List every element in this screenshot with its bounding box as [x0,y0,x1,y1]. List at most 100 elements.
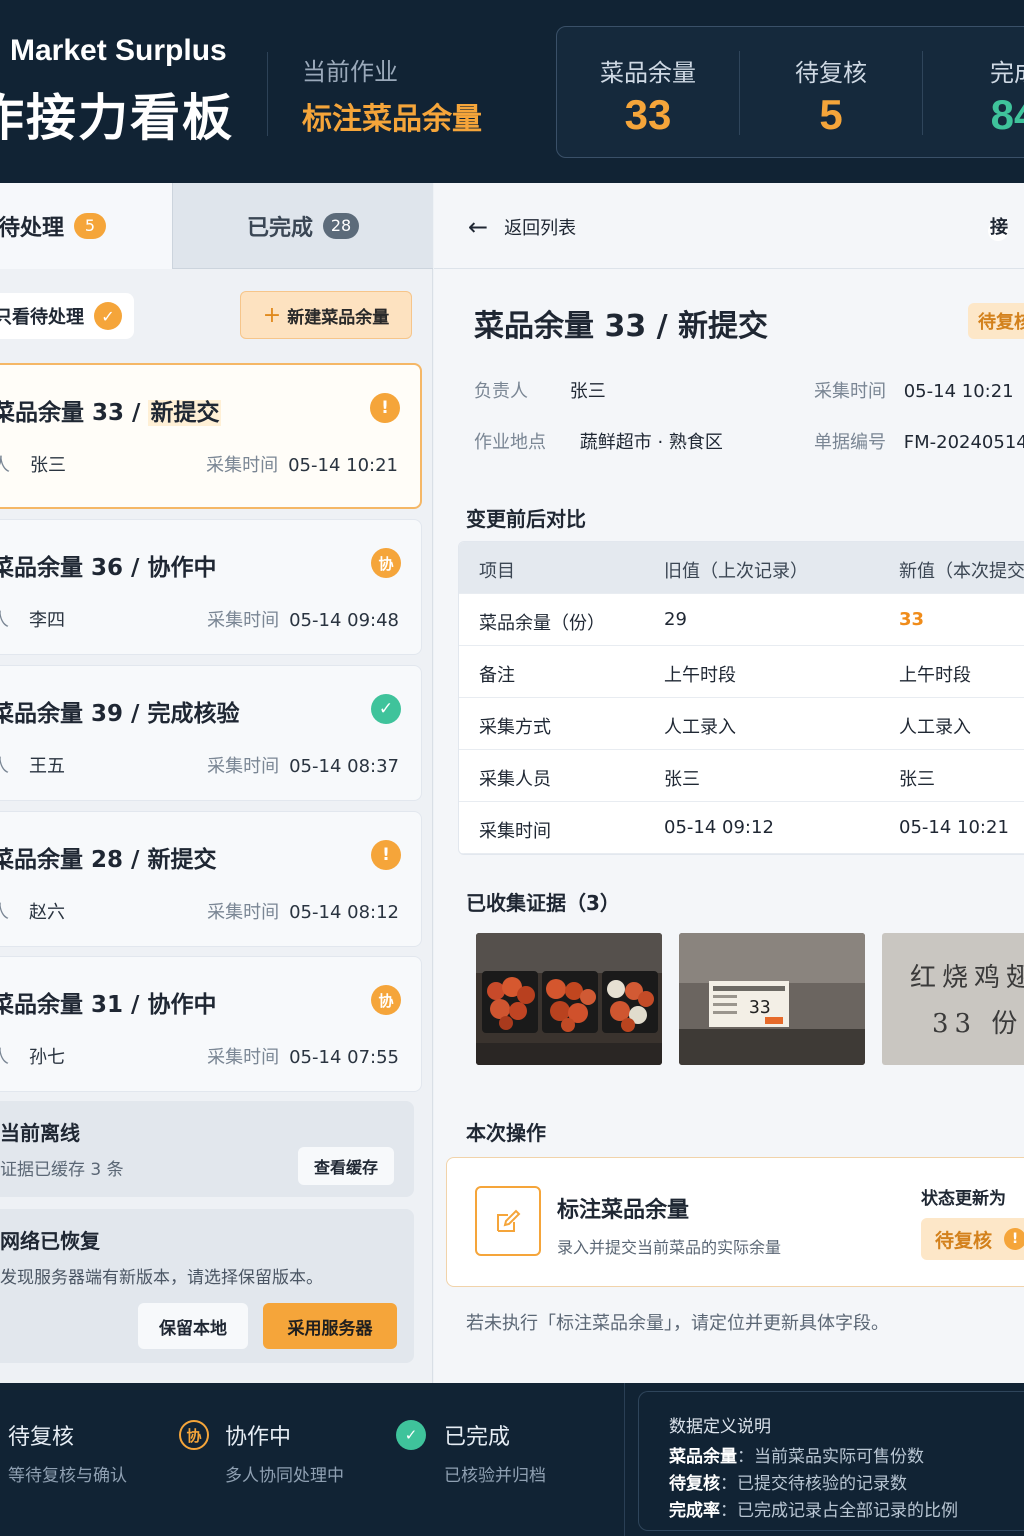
label-tag-value: 33 [749,997,771,1018]
edit-icon [475,1186,541,1256]
task-card-time: 采集时间 05-14 08:37 [207,756,399,777]
table-cell: 张三 [899,769,935,790]
task-card[interactable]: 菜品余量 39 / 完成核验人王五 采集时间05-14 08:37 ✓ [0,665,422,801]
meta-value: 蔬鲜超市 · 熟食区 [579,432,723,453]
meta-value: 张三 [569,381,606,402]
compare-section-title: 变更前后对比 [466,507,586,531]
table-cell: 备注 [479,665,515,686]
alert-icon: ! [370,393,400,423]
legend-desc: 等待复核与确认 [8,1466,127,1486]
table-cell: 上午时段 [899,665,971,686]
table-cell: 采集人员 [479,769,551,790]
evidence-section-title: 已收集证据（3） [466,891,620,915]
back-to-list-button[interactable]: ← 返回列表 [468,213,576,241]
meta-key: 负责人 [474,381,528,402]
meta-key: 采集时间 [814,381,886,402]
stat-label: 待复核 [795,59,867,87]
table-cell: 采集时间 [479,821,551,842]
table-cell: 人工录入 [664,717,736,738]
detail-panel: ← 返回列表 接 菜品余量 33 / 新提交 待复核 负责人 张三 采集时间 0… [434,183,1024,1383]
assign-button[interactable]: 接 [990,213,1008,239]
meta-place: 作业地点 蔬鲜超市 · 熟食区 [474,428,723,454]
current-task-label: 当前作业 [302,58,398,86]
legend-done: 已完成 已核验并归档 [444,1419,546,1486]
task-card[interactable]: 菜品余量 31 / 协作中人孙七 采集时间05-14 07:55 协 [0,956,422,1092]
stats-panel: 菜品余量 33 待复核 5 完成 84 [556,26,1024,158]
alert-icon: ! [371,840,401,870]
network-restored-notice: 网络已恢复 发现服务器端有新版本，请选择保留版本。 保留本地 采用服务器 [0,1209,414,1363]
task-card-title: 菜品余量 36 / 协作中 [0,555,217,581]
alert-icon: ! [1004,1228,1024,1250]
meta-time: 采集时间 05-14 10:21 [814,377,1014,403]
meta-value: FM-20240514 [903,432,1024,453]
task-card-time: 采集时间 05-14 08:12 [207,902,399,923]
table-row: 菜品余量（份） 29 33 [459,594,1024,646]
compare-table: 项目 旧值（上次记录） 新值（本次提交） 菜品余量（份） 29 33 备注 上午时段 上午时段采… [458,541,1024,855]
table-row: 采集方式 人工录入 人工录入 [459,698,1024,750]
operation-card[interactable]: 标注菜品余量 录入并提交当前菜品的实际余量 状态更新为 待复核 ! [446,1157,1024,1287]
meta-doc: 单据编号 FM-20240514 [814,428,1024,454]
table-cell: 张三 [664,769,700,790]
table-cell: 采集方式 [479,717,551,738]
stat-value: 84 [990,91,1024,138]
offline-title: 当前离线 [0,1121,80,1145]
header: Market Surplus 作接力看板 当前作业 标注菜品余量 菜品余量 33… [0,0,1024,183]
collab-icon: 协 [371,548,401,578]
table-header-cell: 项目 [479,561,515,582]
tab-pending[interactable]: 待处理 5 [0,183,172,269]
table-row: 采集时间 05-14 09:12 05-14 10:21 [459,802,1024,854]
table-header-row: 项目 旧值（上次记录） 新值（本次提交） [459,542,1024,594]
legend-title: 已完成 [444,1425,511,1450]
table-header-cell: 旧值（上次记录） [664,561,808,582]
stat-complete: 完成 84 [923,27,1024,157]
legend-title: 待复核 [8,1425,75,1450]
evidence-photo-note[interactable]: 红烧鸡翅 33 份 [882,933,1024,1065]
task-card-time: 采集时间 05-14 10:21 [206,455,398,476]
stat-value: 5 [819,91,843,138]
status-badge: 待复核 [968,303,1024,339]
task-card-title: 菜品余量 39 / 完成核验 [0,701,240,727]
new-surplus-button[interactable]: + 新建菜品余量 [240,291,412,339]
task-card-time: 采集时间 05-14 07:55 [207,1047,399,1068]
task-card[interactable]: 菜品余量 33 / 新提交人张三 采集时间 05-14 10:21! [0,363,422,509]
stat-review: 待复核 5 [740,27,922,157]
tab-label: 已完成 [246,215,313,241]
definition-rate: 完成率：已完成记录占全部记录的比例 [669,1501,958,1521]
detail-topbar: ← 返回列表 接 [434,183,1024,269]
task-card-title: 菜品余量 33 / 新提交 [0,400,222,426]
table-cell: 05-14 10:21 [899,817,1009,838]
task-card[interactable]: 菜品余量 28 / 新提交人赵六 采集时间05-14 08:12! [0,811,422,947]
task-card[interactable]: 菜品余量 36 / 协作中人李四 采集时间05-14 09:48 协 [0,519,422,655]
collab-icon: 协 [179,1420,209,1450]
evidence-photo-dish[interactable] [476,933,662,1065]
keep-local-button[interactable]: 保留本地 [138,1303,248,1349]
detail-title: 菜品余量 33 / 新提交 [474,309,769,344]
table-header-cell: 新值（本次提交） [899,561,1024,582]
arrow-left-icon: ← [468,213,489,241]
task-card-title: 菜品余量 31 / 协作中 [0,992,217,1018]
filter-pending-only[interactable]: 只看待处理 ✓ [0,293,134,339]
legend-desc: 已核验并归档 [444,1466,546,1486]
table-cell: 菜品余量（份） [479,613,605,634]
current-task-value: 标注菜品余量 [302,102,482,137]
table-cell: 29 [664,609,687,630]
evidence-photo-label[interactable]: 33 [679,933,865,1065]
definition-surplus: 菜品余量：当前菜品实际可售份数 [669,1447,924,1467]
table-cell: 33 [899,609,925,630]
definition-review: 待复核：已提交待核验的记录数 [669,1474,907,1494]
brand-title-cn: 作接力看板 [0,89,234,147]
table-row: 采集人员 张三 张三 [459,750,1024,802]
filter-label: 只看待处理 [0,307,84,328]
network-title: 网络已恢复 [0,1229,100,1253]
operation-hint: 若未执行「标注菜品余量」，请定位并更新具体字段。 [466,1313,889,1334]
count-badge: 28 [323,212,359,239]
legend-footer: 待复核 等待复核与确认 协 协作中 多人协同处理中 ✓ 已完成 已核验并归档 数… [0,1383,1024,1536]
tab-done[interactable]: 已完成 28 [172,183,433,269]
check-icon: ✓ [94,302,122,330]
legend-desc: 多人协同处理中 [225,1466,344,1486]
view-cache-button[interactable]: 查看缓存 [298,1147,394,1185]
offline-notice: 当前离线 证据已缓存 3 条 查看缓存 [0,1101,414,1197]
use-server-button[interactable]: 采用服务器 [263,1303,397,1349]
meta-key: 单据编号 [814,432,886,453]
check-circle-icon: ✓ [396,1420,426,1450]
